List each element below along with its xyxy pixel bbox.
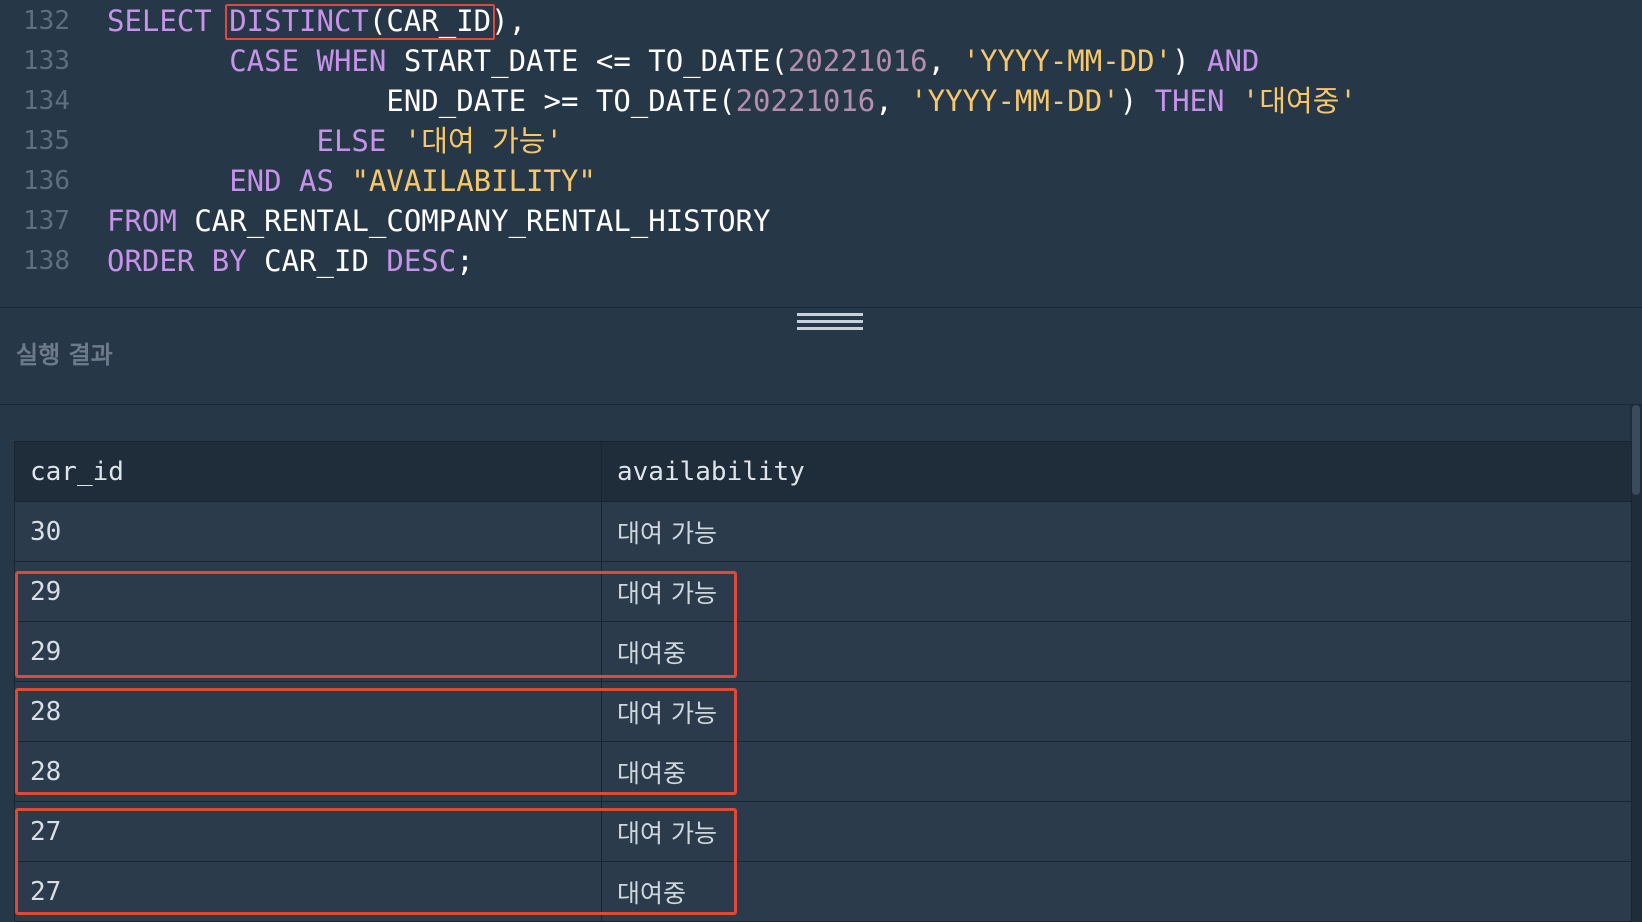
code-token: CAR_RENTAL_COMPANY_RENTAL_HISTORY bbox=[194, 204, 771, 238]
cell-availability: 대여중 bbox=[601, 621, 1632, 682]
code-line[interactable]: 134 END_DATE >= TO_DATE(20221016, 'YYYY-… bbox=[0, 81, 1642, 121]
line-number: 134 bbox=[23, 86, 70, 116]
code-token: ORDER BY bbox=[107, 244, 265, 278]
cell-availability: 대여 가능 bbox=[601, 681, 1632, 742]
line-number: 132 bbox=[23, 6, 70, 36]
column-header-availability: availability bbox=[601, 441, 1632, 502]
code-token: '대여중' bbox=[1241, 84, 1357, 118]
code-text: SELECT DISTINCT(CAR_ID), bbox=[107, 1, 526, 41]
code-token: ) bbox=[1119, 84, 1155, 118]
table-row: 27 대여 가능 bbox=[14, 801, 1632, 862]
code-token: 20221016 bbox=[735, 84, 876, 118]
code-text: ELSE '대여 가능' bbox=[107, 121, 563, 161]
table-row: 29 대여 가능 bbox=[14, 561, 1632, 622]
code-line[interactable]: 136 END AS "AVAILABILITY" bbox=[0, 161, 1642, 201]
code-token: ; bbox=[456, 244, 474, 278]
line-number: 138 bbox=[23, 246, 70, 276]
code-token: , bbox=[875, 84, 911, 118]
cell-car-id: 29 bbox=[14, 561, 602, 622]
results-title: 실행 결과 bbox=[16, 341, 113, 369]
code-token: START_DATE <= TO_DATE( bbox=[403, 44, 788, 78]
code-line[interactable]: 133 CASE WHEN START_DATE <= TO_DATE(2022… bbox=[0, 41, 1642, 81]
code-token: END_DATE >= TO_DATE( bbox=[386, 84, 736, 118]
cell-availability: 대여중 bbox=[601, 861, 1632, 922]
code-token: FROM bbox=[107, 204, 195, 238]
cell-car-id: 30 bbox=[14, 501, 602, 562]
code-token: , bbox=[927, 44, 963, 78]
code-text: FROM CAR_RENTAL_COMPANY_RENTAL_HISTORY bbox=[107, 201, 770, 241]
code-token: '대여 가능' bbox=[403, 124, 563, 158]
code-token: DESC bbox=[386, 244, 457, 278]
code-text: CASE WHEN START_DATE <= TO_DATE(20221016… bbox=[107, 41, 1259, 81]
line-number: 136 bbox=[23, 166, 70, 196]
cell-availability: 대여 가능 bbox=[601, 801, 1632, 862]
code-token: (CAR_ID) bbox=[368, 4, 509, 38]
cell-availability: 대여중 bbox=[601, 741, 1632, 802]
cell-car-id: 27 bbox=[14, 801, 602, 862]
results-table: car_id availability 30 대여 가능 29 대여 가능 29 대여중 2… bbox=[14, 441, 1632, 922]
cell-availability: 대여 가능 bbox=[601, 561, 1632, 622]
cell-car-id: 29 bbox=[14, 621, 602, 682]
table-row: 29 대여중 bbox=[14, 621, 1632, 682]
line-number: 133 bbox=[23, 46, 70, 76]
code-token: 20221016 bbox=[787, 44, 928, 78]
cell-car-id: 28 bbox=[14, 681, 602, 742]
scrollbar-thumb[interactable] bbox=[1632, 405, 1640, 495]
table-row: 28 대여 가능 bbox=[14, 681, 1632, 742]
code-text: END_DATE >= TO_DATE(20221016, 'YYYY-MM-D… bbox=[107, 81, 1357, 121]
code-token: THEN bbox=[1154, 84, 1242, 118]
code-token: SELECT bbox=[107, 4, 230, 38]
table-row: 27 대여중 bbox=[14, 861, 1632, 922]
code-line[interactable]: 132 SELECT DISTINCT(CAR_ID), bbox=[0, 1, 1642, 41]
code-token: ) bbox=[1172, 44, 1207, 78]
code-line[interactable]: 135 ELSE '대여 가능' bbox=[0, 121, 1642, 161]
cell-availability: 대여 가능 bbox=[601, 501, 1632, 562]
cell-car-id: 28 bbox=[14, 741, 602, 802]
code-token: DISTINCT bbox=[229, 4, 369, 38]
code-line[interactable]: 138 ORDER BY CAR_ID DESC; bbox=[0, 241, 1642, 281]
code-text: ORDER BY CAR_ID DESC; bbox=[107, 241, 474, 281]
resize-handle-icon[interactable] bbox=[797, 313, 863, 331]
column-header-car-id: car_id bbox=[14, 441, 602, 502]
table-row: 30 대여 가능 bbox=[14, 501, 1632, 562]
code-token: CAR_ID bbox=[264, 244, 387, 278]
table-row: 28 대여중 bbox=[14, 741, 1632, 802]
code-token: , bbox=[508, 4, 527, 38]
code-token: END AS bbox=[229, 164, 352, 198]
code-token: 'YYYY-MM-DD' bbox=[962, 44, 1173, 78]
code-text: END AS "AVAILABILITY" bbox=[107, 161, 596, 201]
code-token: AND bbox=[1206, 44, 1260, 78]
code-token: ELSE bbox=[316, 124, 404, 158]
line-number: 137 bbox=[23, 206, 70, 236]
code-token: 'YYYY-MM-DD' bbox=[910, 84, 1120, 118]
cell-car-id: 27 bbox=[14, 861, 602, 922]
table-header-row: car_id availability bbox=[14, 441, 1632, 502]
code-token: "AVAILABILITY" bbox=[351, 164, 596, 198]
code-editor[interactable]: 132 SELECT DISTINCT(CAR_ID), 133 CASE WHEN… bbox=[0, 0, 1642, 307]
code-line[interactable]: 137 FROM CAR_RENTAL_COMPANY_RENTAL_HISTOR… bbox=[0, 201, 1642, 241]
code-token: CASE WHEN bbox=[229, 44, 404, 78]
line-number: 135 bbox=[23, 126, 70, 156]
